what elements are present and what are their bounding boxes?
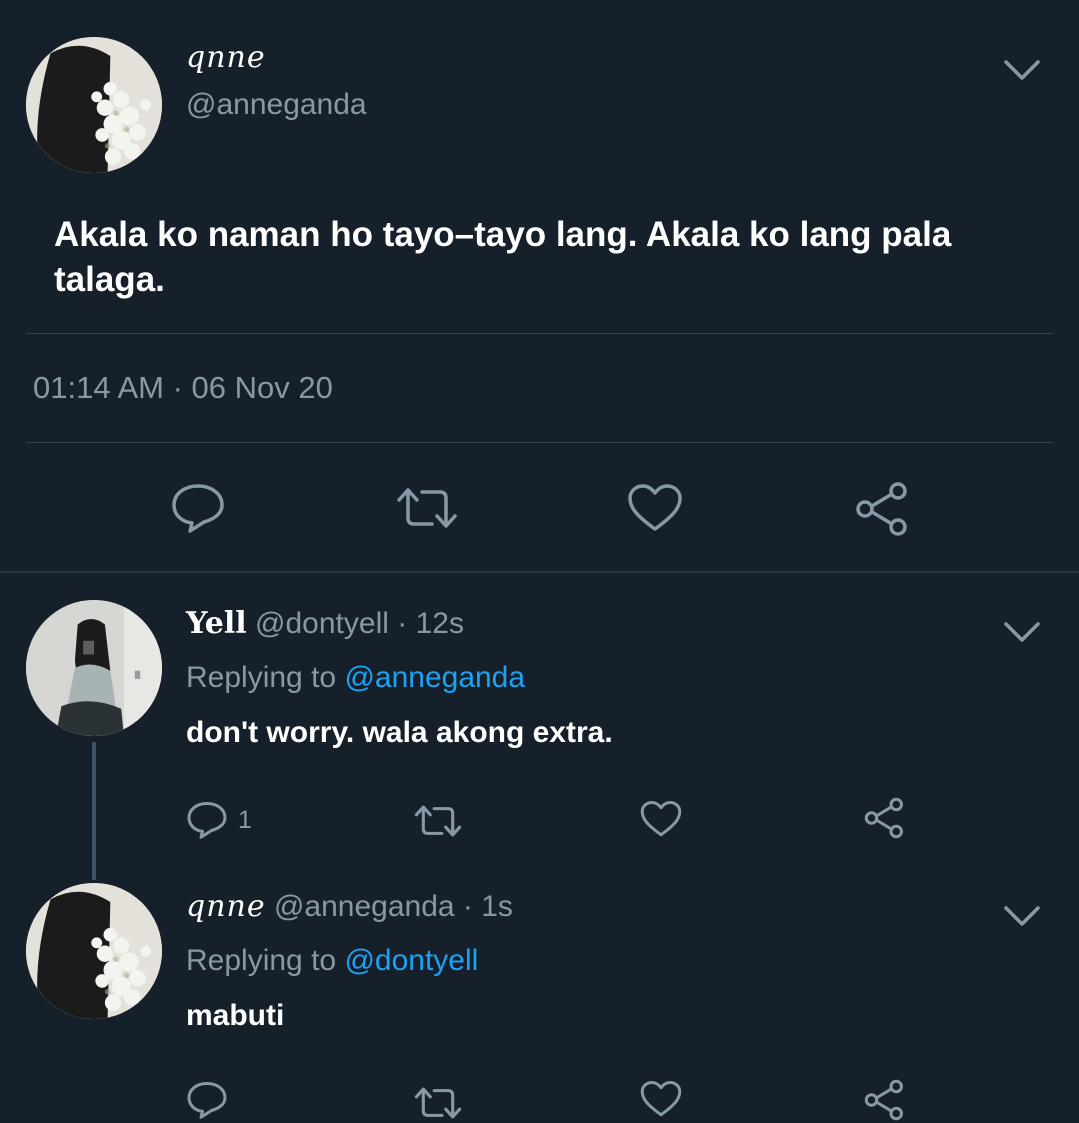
mention-link[interactable]: @dontyell xyxy=(344,944,478,977)
tweet-text: Akala ko naman ho tayo–tayo lang. Akala … xyxy=(54,215,952,299)
retweet-button[interactable] xyxy=(414,804,462,838)
reply-button[interactable]: 1 xyxy=(186,800,252,840)
share-icon xyxy=(864,1079,903,1121)
divider xyxy=(26,442,1053,443)
chevron-down-icon[interactable] xyxy=(1002,904,1042,928)
replying-label: Replying to xyxy=(186,944,337,977)
tweet-thread-screen: qnne @anneganda Akala ko naman ho tayo–t… xyxy=(0,0,1079,1123)
chevron-down-icon[interactable] xyxy=(1002,58,1042,82)
replying-label: Replying to xyxy=(186,661,337,694)
heart-icon xyxy=(640,1081,682,1117)
replying-to: Replying to @dontyell xyxy=(186,944,478,978)
share-button[interactable] xyxy=(864,1079,906,1121)
author-display-name[interactable]: qnne xyxy=(186,40,266,75)
chevron-down-icon[interactable] xyxy=(1002,620,1042,644)
heart-icon xyxy=(640,801,682,837)
reply-icon xyxy=(187,1082,227,1119)
avatar-photo xyxy=(26,883,162,1019)
reply-text: don't worry. wala akong extra. xyxy=(186,716,613,749)
heart-icon xyxy=(628,484,682,531)
reply-button[interactable] xyxy=(170,482,226,534)
share-button[interactable] xyxy=(855,481,911,537)
avatar[interactable] xyxy=(26,600,162,736)
reply-time[interactable]: · 12s xyxy=(397,607,464,640)
retweet-button[interactable] xyxy=(396,486,458,530)
reply-handle[interactable]: @anneganda xyxy=(274,890,455,923)
share-icon xyxy=(864,797,903,839)
reply-text: mabuti xyxy=(186,999,285,1032)
section-divider xyxy=(0,571,1079,573)
reply-icon xyxy=(187,802,227,839)
reply-display-name[interactable]: qnne xyxy=(186,889,266,924)
mention-link[interactable]: @anneganda xyxy=(344,661,525,694)
author-handle[interactable]: @anneganda xyxy=(186,88,367,122)
reply-display-name[interactable]: Yell xyxy=(186,606,247,641)
share-icon xyxy=(856,482,907,536)
divider xyxy=(26,333,1053,334)
avatar[interactable] xyxy=(26,883,162,1019)
share-button[interactable] xyxy=(864,797,906,839)
reply-time[interactable]: · 1s xyxy=(463,890,513,923)
like-button[interactable] xyxy=(640,800,682,838)
avatar-photo xyxy=(26,37,162,173)
like-button[interactable] xyxy=(640,1080,682,1118)
like-button[interactable] xyxy=(627,483,683,533)
reply-handle[interactable]: @dontyell xyxy=(255,607,389,640)
reply-icon xyxy=(172,484,224,533)
retweet-icon xyxy=(414,1087,462,1119)
reply-count: 1 xyxy=(238,805,252,834)
reply-header: Yell @dontyell · 12s xyxy=(186,606,464,641)
retweet-icon xyxy=(414,805,462,837)
thread-connector xyxy=(92,742,96,880)
avatar-photo xyxy=(26,600,162,736)
avatar[interactable] xyxy=(26,37,162,173)
replying-to: Replying to @anneganda xyxy=(186,661,525,695)
retweet-icon xyxy=(397,488,457,528)
retweet-button[interactable] xyxy=(414,1086,462,1120)
reply-header: qnne @anneganda · 1s xyxy=(186,889,513,924)
reply-button[interactable] xyxy=(186,1080,228,1120)
tweet-timestamp[interactable]: 01:14 AM · 06 Nov 20 xyxy=(33,370,333,406)
